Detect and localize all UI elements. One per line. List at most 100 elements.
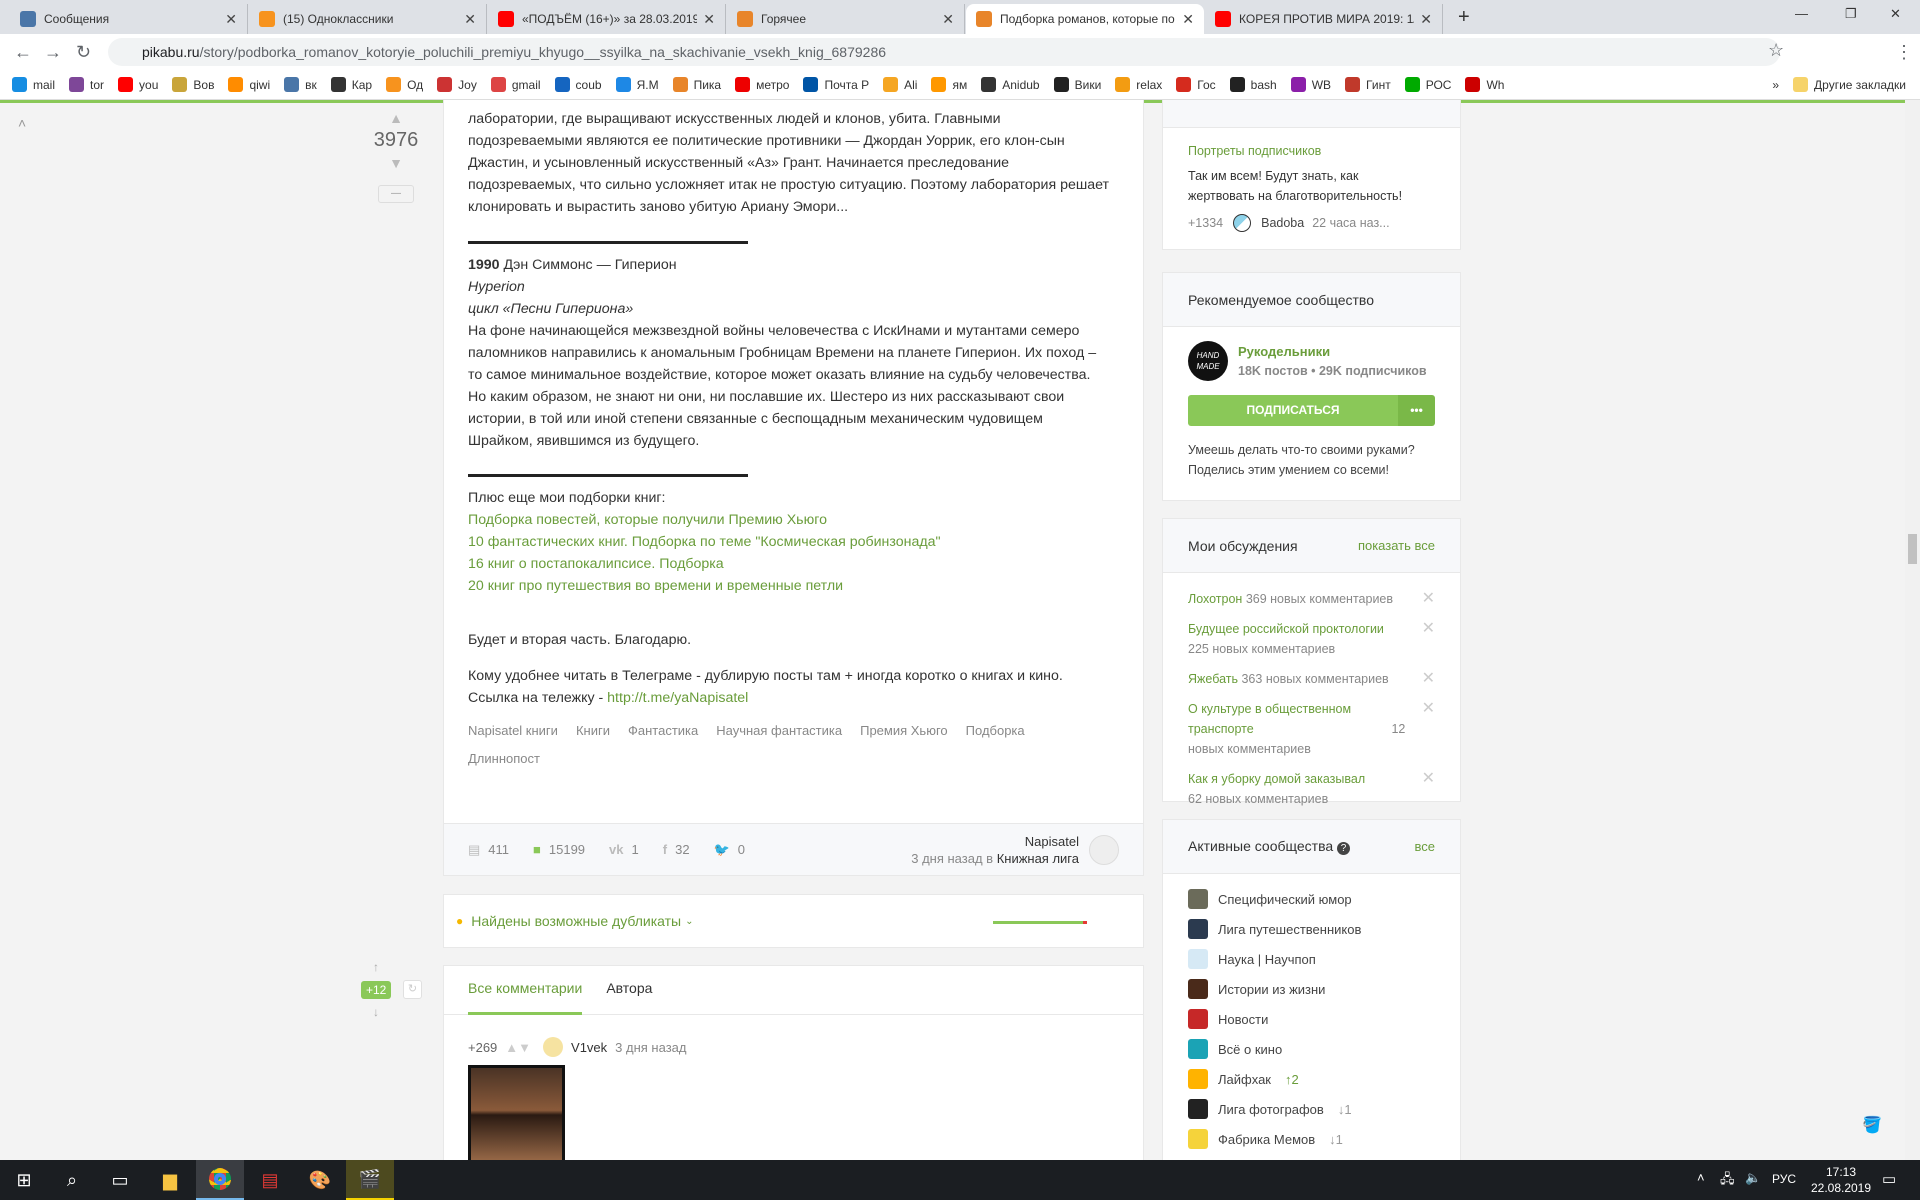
show-all-link[interactable]: показать все <box>1358 538 1435 553</box>
star-icon[interactable]: ☆ <box>1768 40 1784 61</box>
bookmark-item[interactable]: Joy <box>437 77 477 92</box>
avatar[interactable] <box>1233 214 1252 232</box>
windows-start-icon[interactable]: ⊞ <box>0 1160 48 1200</box>
close-icon[interactable]: ✕ <box>464 11 476 28</box>
bookmark-item[interactable]: qiwi <box>228 77 270 92</box>
duplicates-toggle[interactable]: Найдены возможные дубликаты <box>471 913 681 929</box>
help-icon[interactable]: ? <box>1337 842 1351 855</box>
bookmark-item[interactable]: Вики <box>1053 77 1101 92</box>
new-comments-badge[interactable]: +12 <box>361 981 392 999</box>
bookmark-item[interactable]: bash <box>1229 77 1277 92</box>
tag[interactable]: Премия Хьюго <box>860 717 948 745</box>
subscribe-button[interactable]: ПОДПИСАТЬСЯ <box>1188 395 1398 426</box>
bookmarks-overflow-icon[interactable]: » <box>1772 78 1779 92</box>
back-icon[interactable]: ← <box>14 42 32 63</box>
bookmark-item[interactable]: Почта Р <box>803 77 869 92</box>
bookmark-item[interactable]: вк <box>284 77 317 92</box>
post-link[interactable]: Портреты подписчиков <box>1188 144 1435 158</box>
language-indicator[interactable]: РУС <box>1772 1172 1796 1186</box>
tag[interactable]: Napisatel книги <box>468 717 558 745</box>
bookmark-item[interactable]: Anidub <box>981 77 1040 92</box>
tag[interactable]: Научная фантастика <box>716 717 842 745</box>
close-icon[interactable]: ✕ <box>1422 699 1435 719</box>
tag[interactable]: Длиннопост <box>468 745 540 773</box>
bookmark-item[interactable]: Wh <box>1465 77 1504 92</box>
bookmark-item[interactable]: ям <box>931 77 967 92</box>
saves-count[interactable]: 15199 <box>549 842 585 857</box>
bookmark-item[interactable]: Гос <box>1176 77 1216 92</box>
community-item[interactable]: Всё о кино <box>1188 1034 1435 1064</box>
tab-0[interactable]: Сообщения ✕ <box>10 4 248 34</box>
tag[interactable]: Книги <box>576 717 610 745</box>
discussion-item[interactable]: О культуре в общественном транспорте 12 … <box>1188 699 1435 759</box>
bookmark-item[interactable]: coub <box>554 77 602 92</box>
upvote-icon[interactable]: ▲ <box>370 110 422 126</box>
new-tab-button[interactable]: + <box>1458 6 1470 29</box>
community-item[interactable]: Специфический юмор <box>1188 884 1435 914</box>
community-link[interactable]: Книжная лига <box>997 851 1079 866</box>
close-icon[interactable]: ✕ <box>1422 619 1435 639</box>
bookmark-item[interactable]: Гинт <box>1345 77 1391 92</box>
telegram-link[interactable]: http://t.me/yaNapisatel <box>607 690 748 706</box>
vk-icon[interactable]: vk <box>609 842 623 857</box>
media-app-icon[interactable]: 🎬 <box>346 1160 394 1200</box>
bookmark-item[interactable]: Вов <box>172 77 214 92</box>
discussion-title[interactable]: Яжебать <box>1188 672 1238 686</box>
community-name[interactable]: Рукодельники <box>1238 344 1427 359</box>
menu-icon[interactable]: ⋮ <box>1895 42 1913 63</box>
author-name[interactable]: Napisatel <box>911 833 1079 850</box>
author-avatar[interactable] <box>1089 834 1119 865</box>
discussion-title[interactable]: Будущее российской проктологии <box>1188 622 1384 636</box>
facebook-icon[interactable]: f <box>663 842 667 857</box>
close-icon[interactable]: ✕ <box>1422 589 1435 609</box>
post-link[interactable]: 16 книг о постапокалипсисе. Подборка <box>468 553 1109 575</box>
bookmark-item[interactable]: Пика <box>672 77 721 92</box>
tab-author-comments[interactable]: Автора <box>606 966 652 1014</box>
tab-4[interactable]: Подборка романов, которые по ✕ <box>966 4 1204 34</box>
reload-icon[interactable]: ↻ <box>76 42 91 63</box>
discussion-item[interactable]: Яжебать 363 новых комментариев ✕ <box>1188 669 1435 689</box>
tab-1[interactable]: (15) Одноклассники ✕ <box>249 4 487 34</box>
downvote-icon[interactable]: ▼ <box>370 155 422 171</box>
volume-icon[interactable]: 🔈 <box>1745 1170 1761 1186</box>
bookmark-item[interactable]: метро <box>735 77 789 92</box>
scrollbar[interactable] <box>1905 100 1920 1160</box>
bookmark-item[interactable]: tor <box>69 77 104 92</box>
close-window-icon[interactable]: ✕ <box>1890 6 1901 22</box>
more-button[interactable]: ••• <box>1398 395 1435 426</box>
discussion-title[interactable]: Как я уборку домой заказывал <box>1188 772 1365 786</box>
community-item[interactable]: Новости <box>1188 1004 1435 1034</box>
app-icon[interactable]: ▤ <box>246 1160 294 1200</box>
bookmark-item[interactable]: you <box>118 77 158 92</box>
avatar[interactable] <box>543 1037 564 1057</box>
url-input[interactable]: pikabu.ru/story/podborka_romanov_kotoryi… <box>108 38 1780 66</box>
comment-user[interactable]: V1vek <box>571 1040 607 1055</box>
post-link[interactable]: 10 фантастических книг. Подборка по теме… <box>468 531 1109 553</box>
close-icon[interactable]: ✕ <box>1420 11 1432 28</box>
chrome-icon[interactable] <box>196 1160 244 1200</box>
close-icon[interactable]: ✕ <box>1422 669 1435 689</box>
tray-chevron-icon[interactable]: ˄ <box>1697 1170 1705 1185</box>
search-icon[interactable]: ⌕ <box>48 1160 96 1200</box>
arrow-up-icon[interactable]: ↑ <box>373 960 379 974</box>
bookmark-item[interactable]: gmail <box>490 77 541 92</box>
comment-image[interactable] <box>468 1065 565 1165</box>
refresh-icon[interactable]: ↻ <box>403 980 422 999</box>
close-icon[interactable]: ✕ <box>942 11 954 28</box>
bookmark-item[interactable]: Кар <box>330 77 372 92</box>
paint-icon[interactable]: 🎨 <box>296 1160 344 1200</box>
minimize-icon[interactable]: — <box>1795 6 1808 21</box>
clock[interactable]: 17:13 22.08.2019 <box>1806 1164 1876 1196</box>
paint-bucket-icon[interactable]: 🪣 <box>1862 1115 1882 1135</box>
tag[interactable]: Подборка <box>966 717 1025 745</box>
comments-count[interactable]: 411 <box>488 842 509 857</box>
arrow-down-icon[interactable]: ↓ <box>373 1005 379 1019</box>
community-item[interactable]: Истории из жизни <box>1188 974 1435 1004</box>
forward-icon[interactable]: → <box>44 42 62 63</box>
discussion-item[interactable]: Лохотрон 369 новых комментариев ✕ <box>1188 589 1435 609</box>
discussion-item[interactable]: Будущее российской проктологии 225 новых … <box>1188 619 1435 659</box>
file-explorer-icon[interactable]: ▆ <box>146 1160 194 1200</box>
tab-5[interactable]: КОРЕЯ ПРОТИВ МИРА 2019: 1/2 ✕ <box>1205 4 1443 34</box>
bookmark-item[interactable]: Я.М <box>615 77 659 92</box>
all-link[interactable]: все <box>1415 839 1436 854</box>
